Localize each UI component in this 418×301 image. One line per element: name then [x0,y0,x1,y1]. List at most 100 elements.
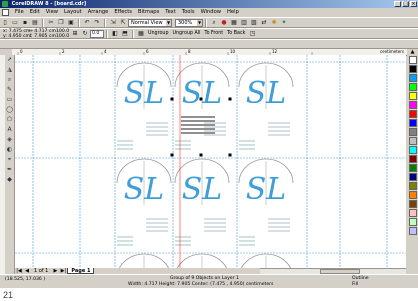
maximize-button[interactable]: □ [402,1,409,7]
drawing-canvas[interactable]: SLSLSLSLSLSLSLSLSL [15,55,406,268]
menu-bitmaps[interactable]: Bitmaps [135,8,162,17]
eyedropper-icon[interactable]: ⌖ [6,156,13,163]
color-swatch[interactable] [408,128,417,136]
scale-y-field[interactable]: 100.0 [56,34,69,39]
corel-launcher-icon[interactable]: ● [220,19,228,27]
ungroup-button[interactable]: Ungroup [148,31,168,36]
fill-tool-icon[interactable]: ◆ [6,176,13,183]
palette-scroll-up-icon[interactable]: ▲ [411,49,415,55]
polygon-tool-icon[interactable]: ⬠ [6,116,13,123]
shape-tool-icon[interactable]: ◮ [6,66,13,73]
copy-icon[interactable]: ❐ [57,19,65,27]
ruler-tick-label: 0 [20,49,23,54]
logo-text: SL [182,76,222,111]
view-mode-select[interactable]: Normal View ▼ [128,18,172,27]
toolbar-separator [42,18,44,27]
color-swatch[interactable] [408,92,417,100]
freehand-tool-icon[interactable]: ✎ [6,86,13,93]
ruler-tick-label: 4 [104,49,107,54]
zoom-tool-icon[interactable]: ⌕ [6,76,13,83]
color-swatch[interactable] [408,209,417,217]
toolbox: ➚ ◮ ⌕ ✎ ▭ ◯ ⬠ A ◈ ◐ ⌖ ✒ ◆ [5,55,15,274]
color-swatch[interactable] [408,200,417,208]
color-swatch[interactable] [408,110,417,118]
ellipse-tool-icon[interactable]: ◯ [6,106,13,113]
to-back-button[interactable]: To Back [227,31,245,36]
toolbar-separator [106,29,108,38]
ruler-tick-label: 12 [272,49,278,54]
rotation-angle-field[interactable]: 0.0 [90,29,104,38]
color-swatch[interactable] [408,56,417,64]
to-front-button[interactable]: To Front [204,31,223,36]
zoom-select[interactable]: 300% ▼ [175,18,203,27]
wireframe-icon[interactable]: ▧ [250,19,258,27]
outline-tool-icon[interactable]: ✒ [6,166,13,173]
color-swatch[interactable] [408,74,417,82]
close-button[interactable]: × [410,1,417,7]
height-field[interactable]: ↕ 7.905 cm [29,34,56,39]
print-icon[interactable]: ▤ [31,19,39,27]
mirror-vertical-icon[interactable]: ⬒ [121,30,129,38]
scrapbook-icon[interactable]: ▥ [240,19,248,27]
menu-effects[interactable]: Effects [111,8,135,17]
undo-icon[interactable]: ↶ [83,19,91,27]
color-swatch[interactable] [408,137,417,145]
figure-number: 21 [3,290,14,300]
import-icon[interactable]: ⇲ [109,19,117,27]
minimize-button[interactable]: _ [394,1,401,7]
menu-layout[interactable]: Layout [61,8,85,17]
menu-edit[interactable]: Edit [27,8,43,17]
selection-info: Group of 9 Objects on Layer 1 [170,276,239,281]
menu-text[interactable]: Text [162,8,179,17]
menu-view[interactable]: View [43,8,61,17]
zoom-icon[interactable]: ⌕ [210,19,218,27]
convert-to-curves-icon[interactable]: ◳ [248,30,256,38]
color-swatch[interactable] [408,83,417,91]
color-swatch[interactable] [408,182,417,190]
selection-dimensions: Width: 4.717 Height: 7.905 Center: (7.47… [128,282,274,287]
status-bar: (18.525, 17.036 ) Group of 9 Objects on … [0,274,418,288]
document-icon[interactable] [2,9,9,16]
menu-tools[interactable]: Tools [179,8,198,17]
menu-help[interactable]: Help [224,8,242,17]
color-swatch[interactable] [408,227,417,235]
group-icon[interactable]: ▦ [137,30,145,38]
color-swatch[interactable] [408,146,417,154]
color-manager-icon[interactable]: ✺ [270,19,278,27]
paste-icon[interactable]: ▣ [67,19,75,27]
mirror-horizontal-icon[interactable]: ◧ [111,30,119,38]
color-swatch[interactable] [408,218,417,226]
y-position-field[interactable]: y: 4.950 cm [3,34,30,39]
new-file-icon[interactable]: ▯ [1,19,9,27]
menu-window[interactable]: Window [198,8,224,17]
pick-tool-icon[interactable]: ➚ [6,56,13,63]
redo-icon[interactable]: ↷ [93,19,101,27]
export-icon[interactable]: ⇱ [119,19,127,27]
menu-file[interactable]: File [12,8,27,17]
open-file-icon[interactable]: ▭ [11,19,19,27]
color-swatch[interactable] [408,191,417,199]
color-swatch[interactable] [408,173,417,181]
rotate-icon[interactable]: ↻ [81,30,89,38]
transform-icon[interactable]: ⇄ [260,19,268,27]
title-bar[interactable]: CorelDRAW 8 - [board.cdr] _ □ × [0,0,418,8]
color-swatch[interactable] [408,101,417,109]
text-tool-icon[interactable]: A [6,126,13,133]
help-icon[interactable]: ✦ [280,19,288,27]
lock-ratio-icon[interactable]: ⊞ [71,30,79,38]
interactive-fill-icon[interactable]: ◈ [6,136,13,143]
color-swatch[interactable] [408,164,417,172]
save-icon[interactable]: ▪ [21,19,29,27]
chevron-down-icon: ▼ [166,19,171,26]
transparency-tool-icon[interactable]: ◐ [6,146,13,153]
cut-icon[interactable]: ✂ [47,19,55,27]
ungroup-all-button[interactable]: Ungroup All [172,31,200,36]
menu-arrange[interactable]: Arrange [85,8,112,17]
color-swatch[interactable] [408,119,417,127]
color-swatch[interactable] [408,155,417,163]
ruler-tick-label: 8 [188,49,191,54]
selection-handle [228,97,232,101]
rectangle-tool-icon[interactable]: ▭ [6,96,13,103]
color-swatch[interactable] [408,65,417,73]
application-launcher-icon[interactable]: ▦ [230,19,238,27]
